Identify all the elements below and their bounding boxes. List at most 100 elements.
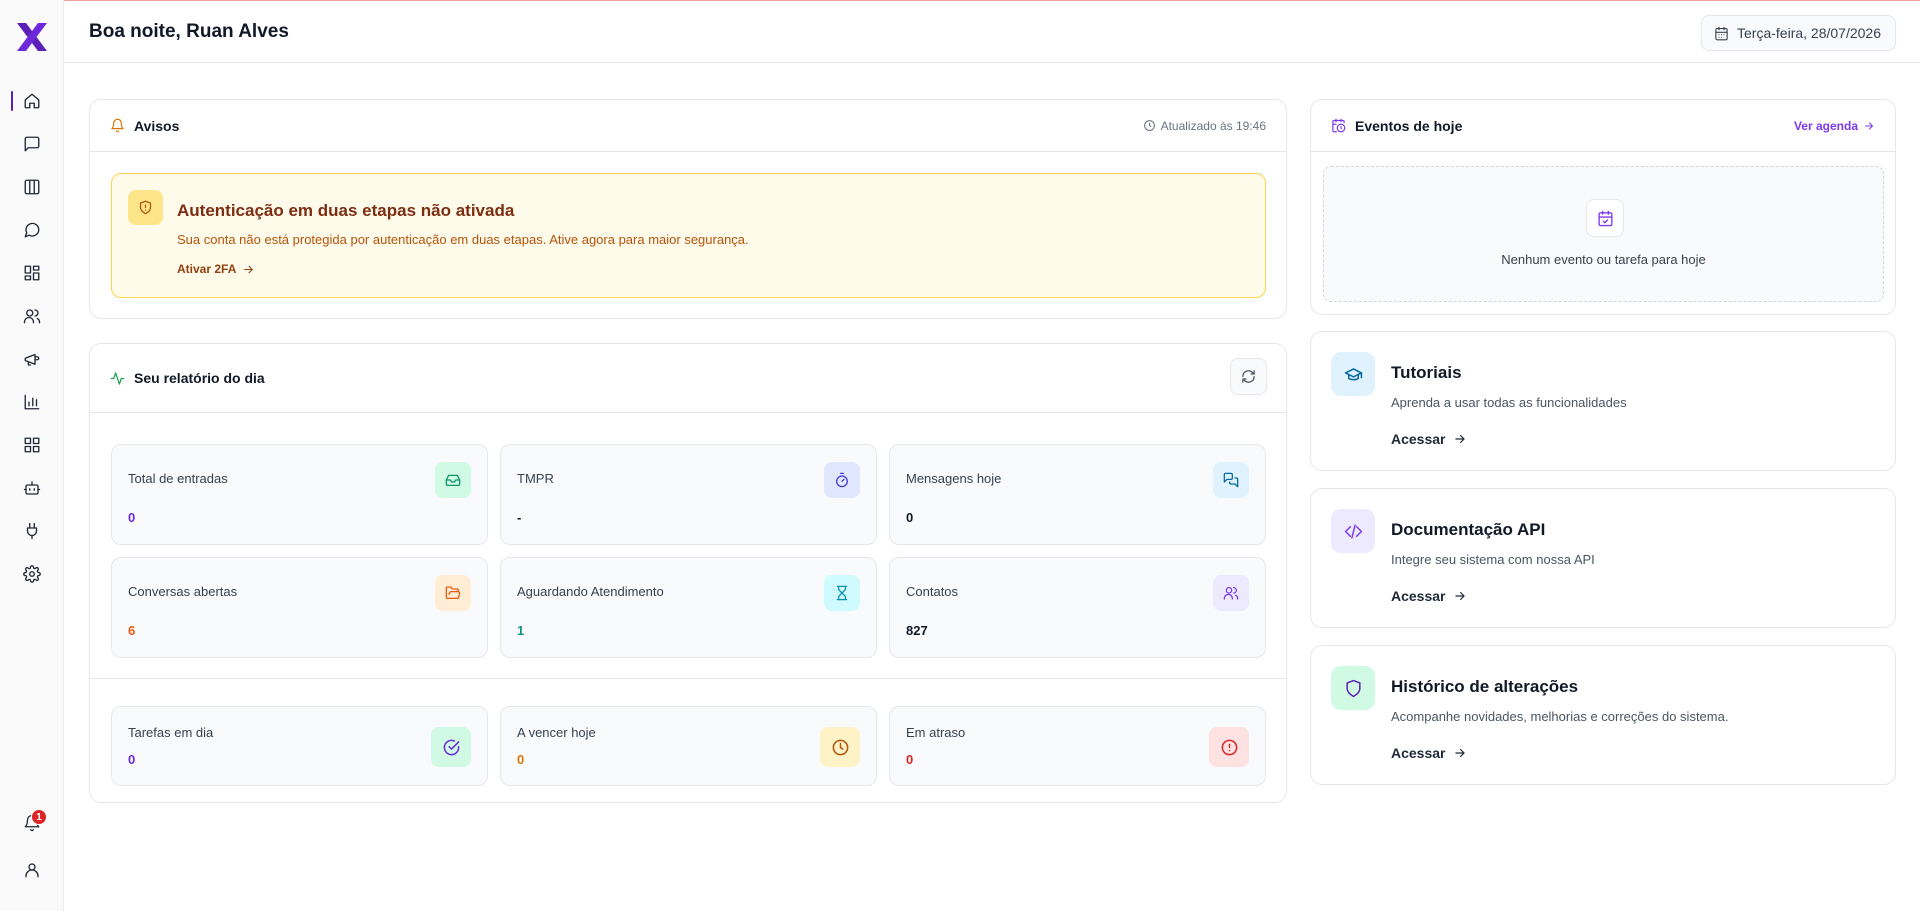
refresh-button[interactable] xyxy=(1230,358,1267,395)
sidebar-item-chats[interactable] xyxy=(0,124,64,164)
sidebar-item-bots[interactable] xyxy=(0,468,64,508)
tutorials-card: Tutoriais Aprenda a usar todas as funcio… xyxy=(1310,331,1896,471)
stat-value: 0 xyxy=(128,752,136,767)
stat-tmpr: TMPR - xyxy=(500,444,877,545)
inbox-icon xyxy=(445,474,461,486)
stat-label: TMPR xyxy=(517,471,554,486)
sidebar-item-messages[interactable] xyxy=(0,210,64,250)
stat-icon-wrap xyxy=(435,575,471,611)
stat-value: - xyxy=(517,510,522,525)
messages-icon xyxy=(1223,472,1239,488)
stat-icon-wrap xyxy=(824,575,860,611)
view-agenda-link[interactable]: Ver agenda xyxy=(1794,119,1875,133)
alert-title: Autenticação em duas etapas não ativada xyxy=(177,201,515,220)
message-square-icon xyxy=(24,136,40,152)
notices-title: Avisos xyxy=(134,117,180,134)
enable-2fa-label: Ativar 2FA xyxy=(177,262,237,276)
clock-icon xyxy=(1143,120,1155,131)
notices-card: Avisos Atualizado às 19:46 Autenticação … xyxy=(89,99,1287,319)
code-icon xyxy=(1344,523,1362,539)
stat-value: 0 xyxy=(906,510,914,525)
stat-value: 827 xyxy=(906,623,928,638)
arrow-right-icon xyxy=(1454,591,1465,601)
section-divider xyxy=(90,678,1286,679)
access-label: Acessar xyxy=(1391,588,1446,604)
sidebar-item-campaigns[interactable] xyxy=(0,339,64,379)
tutorials-icon-wrap xyxy=(1331,352,1375,396)
calendar-icon xyxy=(1715,26,1728,40)
shield-icon xyxy=(1345,679,1361,697)
activity-icon xyxy=(110,371,125,385)
tutorials-title: Tutoriais xyxy=(1391,363,1462,382)
sidebar-item-settings[interactable] xyxy=(0,554,64,594)
changelog-access-link[interactable]: Acessar xyxy=(1391,745,1467,761)
api-docs-desc: Integre seu sistema com nossa API xyxy=(1391,552,1595,567)
user-icon xyxy=(25,863,39,878)
stat-total-entries: Total de entradas 0 xyxy=(111,444,488,545)
stat-value: 0 xyxy=(517,752,525,767)
api-docs-card: Documentação API Integre seu sistema com… xyxy=(1310,488,1896,628)
stat-label: Em atraso xyxy=(906,725,966,740)
plug-icon xyxy=(26,522,38,540)
sidebar-item-profile[interactable] xyxy=(0,850,64,890)
stat-icon-wrap xyxy=(431,727,471,767)
events-title: Eventos de hoje xyxy=(1355,117,1463,134)
stat-label: Total de entradas xyxy=(128,471,228,486)
tutorials-access-link[interactable]: Acessar xyxy=(1391,431,1467,447)
stat-label: Aguardando Atendimento xyxy=(517,584,664,599)
stat-label: Contatos xyxy=(906,584,959,599)
changelog-card: Histórico de alterações Acompanhe novida… xyxy=(1310,645,1896,785)
stat-value: 0 xyxy=(906,752,914,767)
stat-due-today: A vencer hoje 0 xyxy=(500,706,877,786)
gear-icon xyxy=(23,565,41,583)
stat-awaiting-service: Aguardando Atendimento 1 xyxy=(500,557,877,658)
date-label: Terça-feira, 28/07/2026 xyxy=(1737,25,1881,41)
stat-value: 1 xyxy=(517,623,525,638)
updated-timestamp: Atualizado às 19:46 xyxy=(1143,119,1266,133)
tutorials-desc: Aprenda a usar todas as funcionalidades xyxy=(1391,395,1627,410)
alert-icon-wrap xyxy=(128,190,163,225)
calendar-check-icon xyxy=(1597,210,1613,226)
notification-badge: 1 xyxy=(31,809,47,825)
calendar-check-icon-wrap xyxy=(1586,199,1624,237)
report-title: Seu relatório do dia xyxy=(134,370,265,386)
users-icon xyxy=(1223,587,1239,600)
page-title: Boa noite, Ruan Alves xyxy=(89,21,289,42)
dashboard-icon xyxy=(24,265,40,281)
sidebar-item-contacts[interactable] xyxy=(0,296,64,336)
sidebar-item-kanban[interactable] xyxy=(0,167,64,207)
api-docs-access-link[interactable]: Acessar xyxy=(1391,588,1467,604)
sidebar-item-home[interactable] xyxy=(0,81,64,121)
stat-icon-wrap xyxy=(820,727,860,767)
sidebar-item-apps[interactable] xyxy=(0,425,64,465)
events-empty-state: Nenhum evento ou tarefa para hoje xyxy=(1323,166,1884,302)
enable-2fa-link[interactable]: Ativar 2FA xyxy=(177,262,255,276)
report-header: Seu relatório do dia xyxy=(90,344,1286,413)
view-agenda-label: Ver agenda xyxy=(1793,118,1858,133)
stat-contacts: Contatos 827 xyxy=(889,557,1266,658)
stat-icon-wrap xyxy=(1213,462,1249,498)
changelog-title: Histórico de alterações xyxy=(1391,677,1579,696)
changelog-desc: Acompanhe novidades, melhorias e correçõ… xyxy=(1391,709,1729,724)
stat-overdue: Em atraso 0 xyxy=(889,706,1266,786)
app-logo[interactable] xyxy=(13,20,51,54)
hourglass-icon xyxy=(836,585,848,601)
notices-header: Avisos Atualizado às 19:46 xyxy=(90,100,1286,152)
shield-alert-icon xyxy=(139,200,152,215)
stat-messages-today: Mensagens hoje 0 xyxy=(889,444,1266,545)
sidebar-item-integrations[interactable] xyxy=(0,511,64,551)
access-label: Acessar xyxy=(1391,745,1446,761)
stat-value: 0 xyxy=(128,510,136,525)
api-docs-icon-wrap xyxy=(1331,509,1375,553)
calendar-clock-icon xyxy=(1332,118,1346,133)
events-empty-text: Nenhum evento ou tarefa para hoje xyxy=(1501,252,1706,267)
date-button[interactable]: Terça-feira, 28/07/2026 xyxy=(1701,15,1896,51)
graduation-cap-icon xyxy=(1344,367,1362,380)
stat-icon-wrap xyxy=(1213,575,1249,611)
clock-icon xyxy=(832,739,848,755)
sidebar-item-dashboard[interactable] xyxy=(0,253,64,293)
alert-text: Sua conta não está protegida por autenti… xyxy=(177,232,749,247)
stat-label: A vencer hoje xyxy=(517,725,596,740)
sidebar-item-notifications[interactable]: 1 xyxy=(0,803,64,843)
sidebar-item-reports[interactable] xyxy=(0,382,64,422)
